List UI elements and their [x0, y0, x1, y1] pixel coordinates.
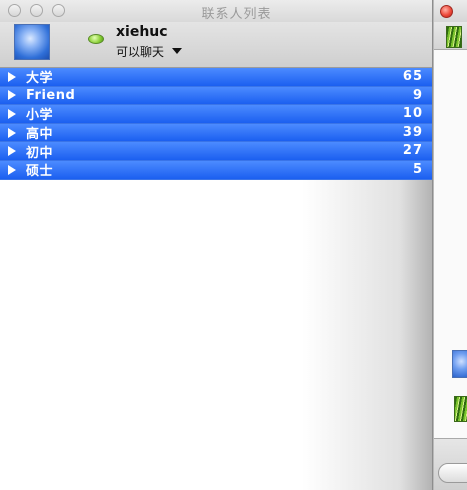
contact-list-window: 联系人列表 xiehuc 可以聊天 大学 65 Friend 9 小学 10 高…: [0, 0, 433, 490]
disclosure-triangle-icon[interactable]: [8, 127, 16, 138]
username: xiehuc: [116, 24, 168, 40]
group-count: 5: [412, 161, 423, 177]
online-status-icon: [88, 34, 104, 44]
chat-title-bar[interactable]: [434, 0, 467, 22]
group-count: 65: [402, 69, 423, 84]
group-count: 39: [402, 124, 423, 140]
window-edge-shadow: [302, 180, 432, 490]
group-name: 初中: [26, 145, 54, 161]
chat-window-partial: [434, 0, 467, 490]
chevron-down-icon: [172, 48, 183, 54]
group-count: 27: [402, 143, 423, 159]
contact-group-list: 大学 65 Friend 9 小学 10 高中 39 初中 27 硕士 5: [0, 68, 432, 180]
group-row-chuzhong[interactable]: 初中 27: [0, 142, 432, 161]
avatar[interactable]: [452, 350, 467, 378]
profile-header: xiehuc 可以聊天: [0, 22, 432, 68]
window-title: 联系人列表: [201, 7, 272, 22]
contact-avatar[interactable]: [446, 26, 462, 48]
group-row-daxue[interactable]: 大学 65: [0, 68, 432, 87]
title-bar[interactable]: 联系人列表: [0, 0, 432, 22]
group-row-gaozhong[interactable]: 高中 39: [0, 123, 432, 143]
group-name: 高中: [26, 127, 54, 143]
group-name: 大学: [26, 71, 54, 87]
group-row-shuoshi[interactable]: 硕士 5: [0, 160, 432, 180]
group-count: 9: [412, 87, 423, 103]
group-name: 小学: [26, 108, 54, 124]
tab-button[interactable]: [438, 463, 467, 483]
disclosure-triangle-icon[interactable]: [8, 164, 16, 175]
contact-avatar[interactable]: [454, 396, 467, 422]
disclosure-triangle-icon[interactable]: [8, 71, 16, 82]
group-name: 硕士: [26, 164, 54, 180]
chat-input-area: [434, 438, 467, 490]
group-row-friend[interactable]: Friend 9: [0, 86, 432, 106]
avatar[interactable]: [14, 24, 50, 60]
status-dropdown[interactable]: 可以聊天: [116, 42, 183, 60]
close-icon[interactable]: [440, 5, 453, 18]
disclosure-triangle-icon[interactable]: [8, 90, 16, 101]
disclosure-triangle-icon[interactable]: [8, 108, 16, 119]
group-count: 10: [402, 106, 423, 122]
disclosure-triangle-icon[interactable]: [8, 146, 16, 157]
status-label: 可以聊天: [116, 44, 165, 59]
group-row-xiaoxue[interactable]: 小学 10: [0, 105, 432, 124]
group-name: Friend: [26, 87, 76, 103]
